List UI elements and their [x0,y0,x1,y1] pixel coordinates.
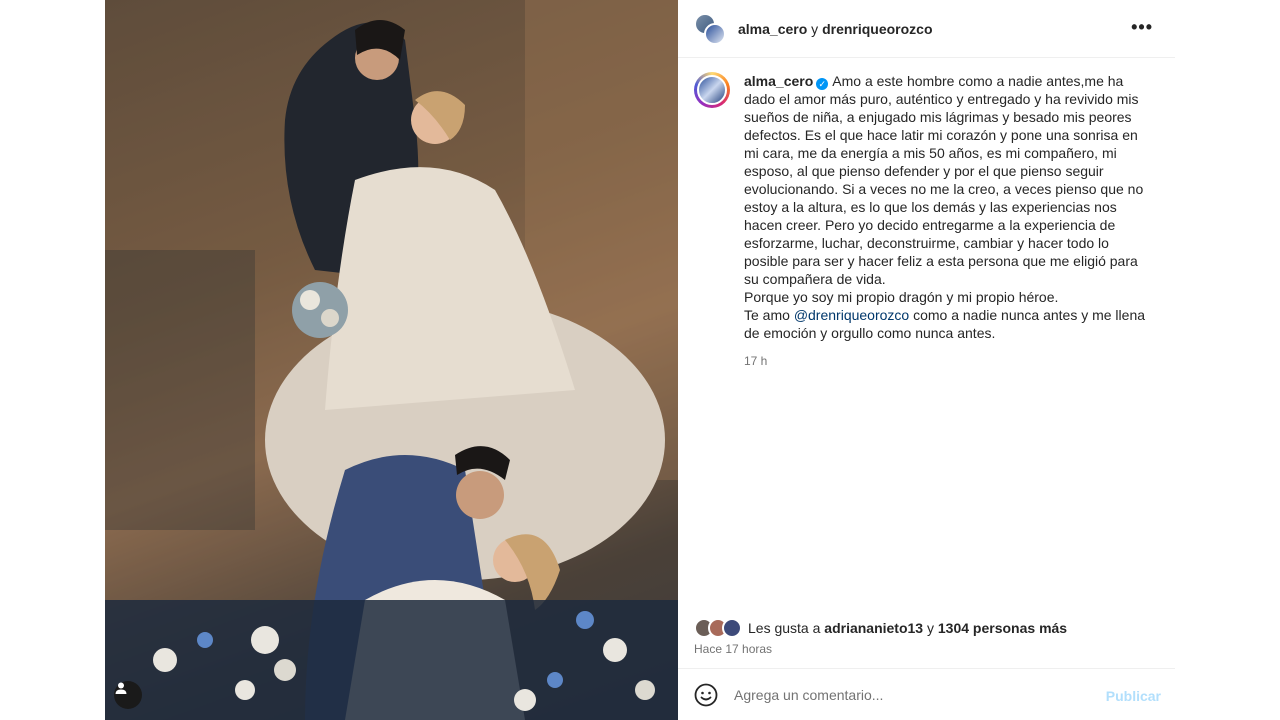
liker-username-link[interactable]: adriananieto13 [824,620,923,636]
user-tag-button[interactable] [114,681,142,709]
likes-conjunction: y [923,620,938,636]
comment-input[interactable] [734,686,1094,703]
username-link[interactable]: alma_cero [738,21,807,37]
caption-text: Amo a este hombre como a nadie antes,me … [744,73,1144,287]
collab-usernames: alma_cero y drenriqueorozco [738,21,933,37]
likes-prefix: Les gusta a [748,620,825,636]
likes-count-link[interactable]: 1304 personas más [938,620,1067,636]
publish-button[interactable]: Publicar [1106,688,1161,704]
more-options-button[interactable]: ••• [1131,18,1153,36]
avatar[interactable] [694,72,730,108]
caption-text: Porque yo soy mi propio dragón y mi prop… [744,289,1059,305]
username-conjunction: y [811,20,819,37]
caption-body: alma_cero ✓ Amo a este hombre como a nadie… [744,72,1154,370]
post-photo[interactable] [105,0,678,720]
collab-avatars[interactable] [694,12,726,45]
liker-avatars [694,618,744,638]
caption-text: Te amo [744,307,794,323]
caption-timestamp[interactable]: 17 h [744,352,1154,370]
likes-text: Les gusta a adriananieto13 y 1304 person… [748,620,1067,636]
post-side-panel: alma_cero y drenriqueorozco ••• alma_cer… [678,0,1175,720]
caption: alma_cero ✓ Amo a este hombre como a nadie… [694,72,1164,370]
caption-username[interactable]: alma_cero [744,73,813,89]
user-tag-icon [115,682,127,694]
avatar [704,22,726,45]
post-time-ago[interactable]: Hace 17 horas [694,642,772,656]
likes-summary: Les gusta a adriananieto13 y 1304 person… [694,618,1067,638]
username-link[interactable]: drenriqueorozco [822,21,932,37]
comment-bar: Publicar [678,668,1175,720]
post-header: alma_cero y drenriqueorozco ••• [678,0,1175,58]
mention-link[interactable]: @drenriqueorozco [794,307,909,323]
emoji-smile-icon[interactable] [694,683,718,707]
wedding-photo-illustration [105,0,678,720]
avatar [722,618,742,638]
verified-badge-icon: ✓ [816,78,829,90]
